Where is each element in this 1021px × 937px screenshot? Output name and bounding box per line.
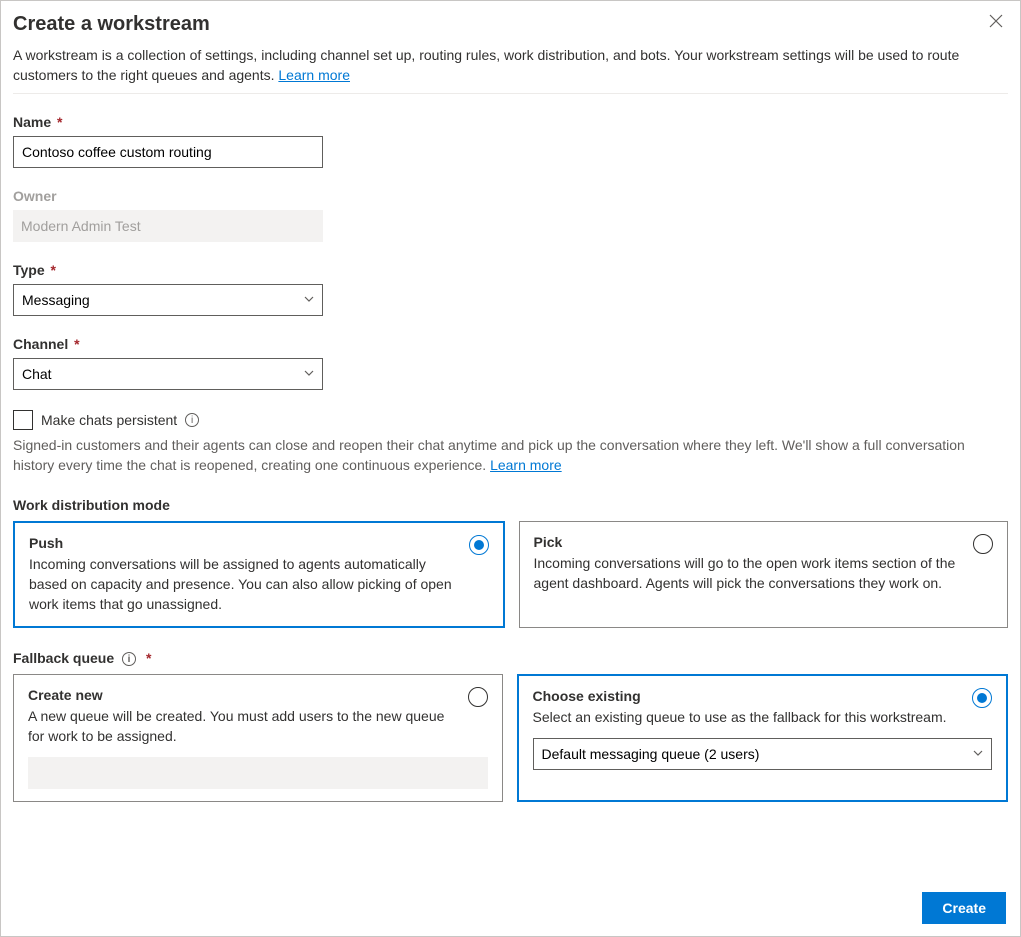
required-marker: * [51,262,56,278]
pick-card[interactable]: Pick Incoming conversations will go to t… [519,521,1009,628]
fallback-cards: Create new A new queue will be created. … [13,674,1008,801]
persistent-helper: Signed-in customers and their agents can… [13,436,1008,475]
dialog-description: A workstream is a collection of settings… [13,46,1008,94]
name-label: Name * [13,114,1008,130]
persistent-label: Make chats persistent [41,412,177,428]
work-distribution-label: Work distribution mode [13,497,1008,513]
info-icon[interactable]: i [185,413,199,427]
create-new-card[interactable]: Create new A new queue will be created. … [13,674,503,801]
push-desc: Incoming conversations will be assigned … [29,555,489,614]
pick-radio[interactable] [973,534,993,554]
channel-label-text: Channel [13,336,68,352]
work-distribution-cards: Push Incoming conversations will be assi… [13,521,1008,628]
choose-existing-title: Choose existing [533,688,993,704]
push-title: Push [29,535,489,551]
fallback-label-text: Fallback queue [13,650,114,666]
required-marker: * [57,114,62,130]
owner-input [13,210,323,242]
push-radio[interactable] [469,535,489,555]
persistent-helper-text: Signed-in customers and their agents can… [13,437,965,473]
channel-label: Channel * [13,336,1008,352]
owner-label: Owner [13,188,1008,204]
owner-field: Owner [13,188,1008,242]
dialog-title: Create a workstream [13,13,1008,46]
choose-existing-radio[interactable] [972,688,992,708]
channel-field: Channel * [13,336,1008,390]
pick-desc: Incoming conversations will go to the op… [534,554,994,593]
fallback-label: Fallback queue i * [13,650,1008,666]
description-text: A workstream is a collection of settings… [13,47,959,83]
create-button[interactable]: Create [922,892,1006,924]
learn-more-link[interactable]: Learn more [278,67,350,83]
type-label: Type * [13,262,1008,278]
name-label-text: Name [13,114,51,130]
type-select[interactable] [13,284,323,316]
create-new-desc: A new queue will be created. You must ad… [28,707,488,746]
create-workstream-dialog: Create a workstream A workstream is a co… [0,0,1021,937]
info-icon[interactable]: i [122,652,136,666]
dialog-footer: Create [922,892,1006,924]
pick-title: Pick [534,534,994,550]
persistent-field: Make chats persistent i Signed-in custom… [13,410,1008,475]
channel-select[interactable] [13,358,323,390]
create-new-queue-input [28,757,488,789]
create-new-title: Create new [28,687,488,703]
close-icon[interactable] [984,9,1008,33]
type-field: Type * [13,262,1008,316]
name-input[interactable] [13,136,323,168]
choose-existing-card[interactable]: Choose existing Select an existing queue… [517,674,1009,801]
required-marker: * [146,650,151,666]
existing-queue-select[interactable] [533,738,993,770]
create-new-radio[interactable] [468,687,488,707]
choose-existing-desc: Select an existing queue to use as the f… [533,708,993,728]
push-card[interactable]: Push Incoming conversations will be assi… [13,521,505,628]
name-field: Name * [13,114,1008,168]
required-marker: * [74,336,79,352]
persistent-checkbox[interactable] [13,410,33,430]
persistent-learn-more-link[interactable]: Learn more [490,457,562,473]
type-label-text: Type [13,262,45,278]
